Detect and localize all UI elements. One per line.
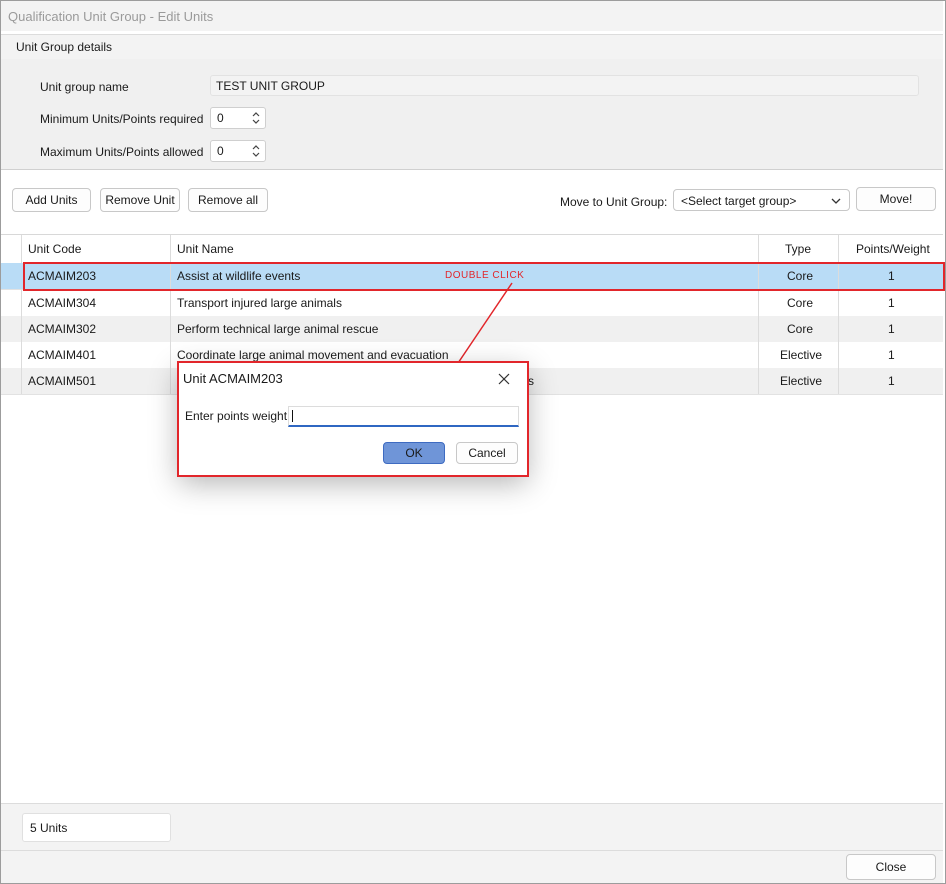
- unit-points-cell: 1: [888, 374, 895, 388]
- chevron-down-icon[interactable]: [831, 196, 841, 206]
- unit-group-details-header: Unit Group details: [1, 34, 943, 60]
- maximum-units-stepper[interactable]: 0: [210, 140, 266, 162]
- unit-group-name-label: Unit group name: [40, 80, 129, 94]
- column-type[interactable]: Type: [785, 242, 811, 256]
- unit-count-box: 5 Units: [22, 813, 171, 842]
- unit-type-cell: Elective: [780, 374, 823, 388]
- minimum-units-stepper[interactable]: 0: [210, 107, 266, 129]
- dialog-highlight: [177, 361, 529, 477]
- unit-points-cell: 1: [888, 322, 895, 336]
- unit-code-cell: ACMAIM501: [28, 374, 97, 388]
- unit-group-name-value: TEST UNIT GROUP: [216, 79, 325, 93]
- target-group-value: <Select target group>: [681, 194, 797, 208]
- add-units-button[interactable]: Add Units: [12, 188, 91, 212]
- target-group-select[interactable]: <Select target group>: [673, 189, 850, 211]
- spin-arrows-icon[interactable]: [251, 142, 261, 160]
- move-button[interactable]: Move!: [856, 187, 936, 211]
- group-header-label: Unit Group details: [16, 40, 113, 54]
- maximum-units-value: 0: [217, 144, 224, 158]
- window-title: Qualification Unit Group - Edit Units: [8, 9, 214, 24]
- unit-code-cell: ACMAIM304: [28, 296, 97, 310]
- move-to-group-label: Move to Unit Group:: [560, 195, 668, 209]
- unit-points-cell: 1: [888, 296, 895, 310]
- unit-code-cell: ACMAIM401: [28, 348, 97, 362]
- unit-type-cell: Core: [787, 296, 814, 310]
- minimum-units-value: 0: [217, 111, 224, 125]
- unit-type-cell: Elective: [780, 348, 823, 362]
- unit-count: 5 Units: [30, 821, 68, 835]
- close-button[interactable]: Close: [846, 854, 936, 880]
- column-unit-name[interactable]: Unit Name: [177, 242, 234, 256]
- unit-name-cell: Perform technical large animal rescue: [177, 322, 379, 336]
- remove-unit-button[interactable]: Remove Unit: [100, 188, 180, 212]
- unit-group-name-field[interactable]: TEST UNIT GROUP: [210, 75, 919, 96]
- spin-arrows-icon[interactable]: [251, 109, 261, 127]
- maximum-units-label: Maximum Units/Points allowed: [40, 145, 204, 159]
- column-unit-code[interactable]: Unit Code: [28, 242, 81, 256]
- footer-bar: [1, 850, 943, 883]
- unit-points-cell: 1: [888, 348, 895, 362]
- remove-all-button[interactable]: Remove all: [188, 188, 268, 212]
- unit-type-cell: Core: [787, 322, 814, 336]
- unit-name-cell: Transport injured large animals: [177, 296, 342, 310]
- column-points-weight[interactable]: Points/Weight: [856, 242, 930, 256]
- title-bar: Qualification Unit Group - Edit Units: [1, 1, 943, 31]
- unit-code-cell: ACMAIM302: [28, 322, 97, 336]
- units-table-header: Unit Code Unit Name Type Points/Weight: [1, 234, 943, 264]
- minimum-units-label: Minimum Units/Points required: [40, 112, 204, 126]
- unit-name-cell: Coordinate large animal movement and eva…: [177, 348, 449, 362]
